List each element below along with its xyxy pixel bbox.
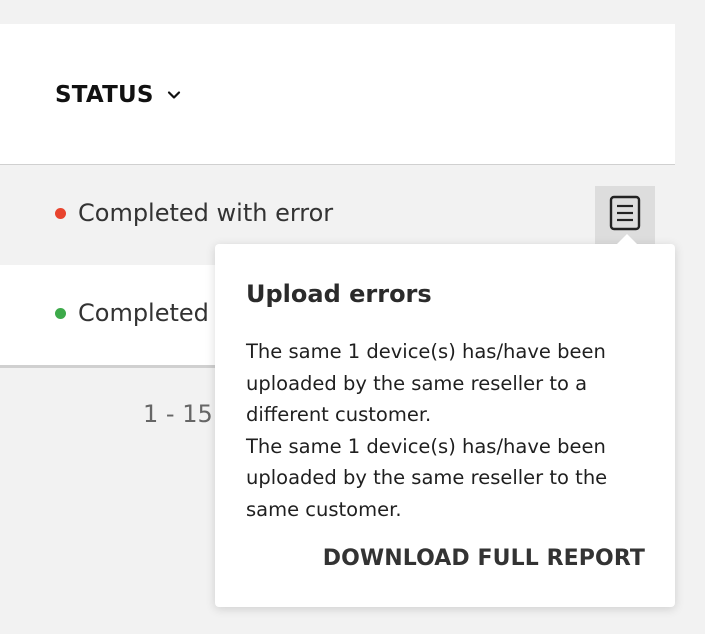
chevron-down-icon [166,87,182,103]
status-cell: Completed [55,299,209,327]
status-column-header[interactable]: STATUS [55,82,182,108]
status-dot-success [55,307,66,319]
page: STATUS Completed with error Completed 1 … [0,0,705,634]
popover-title: Upload errors [246,280,432,308]
status-text: Completed with error [78,199,334,227]
table-header: STATUS [0,24,675,165]
document-icon [609,195,641,235]
status-dot-error [55,207,66,219]
status-cell: Completed with error [55,199,333,227]
status-text: Completed [78,299,209,327]
status-column-label: STATUS [55,82,154,108]
download-full-report-button[interactable]: DOWNLOAD FULL REPORT [323,546,645,571]
popover-arrow [617,234,637,244]
upload-errors-popover: Upload errors The same 1 device(s) has/h… [215,234,675,607]
error-message: The same 1 device(s) has/have been uploa… [246,434,608,521]
popover-body: The same 1 device(s) has/have been uploa… [246,336,641,525]
error-message: The same 1 device(s) has/have been uploa… [246,340,606,426]
